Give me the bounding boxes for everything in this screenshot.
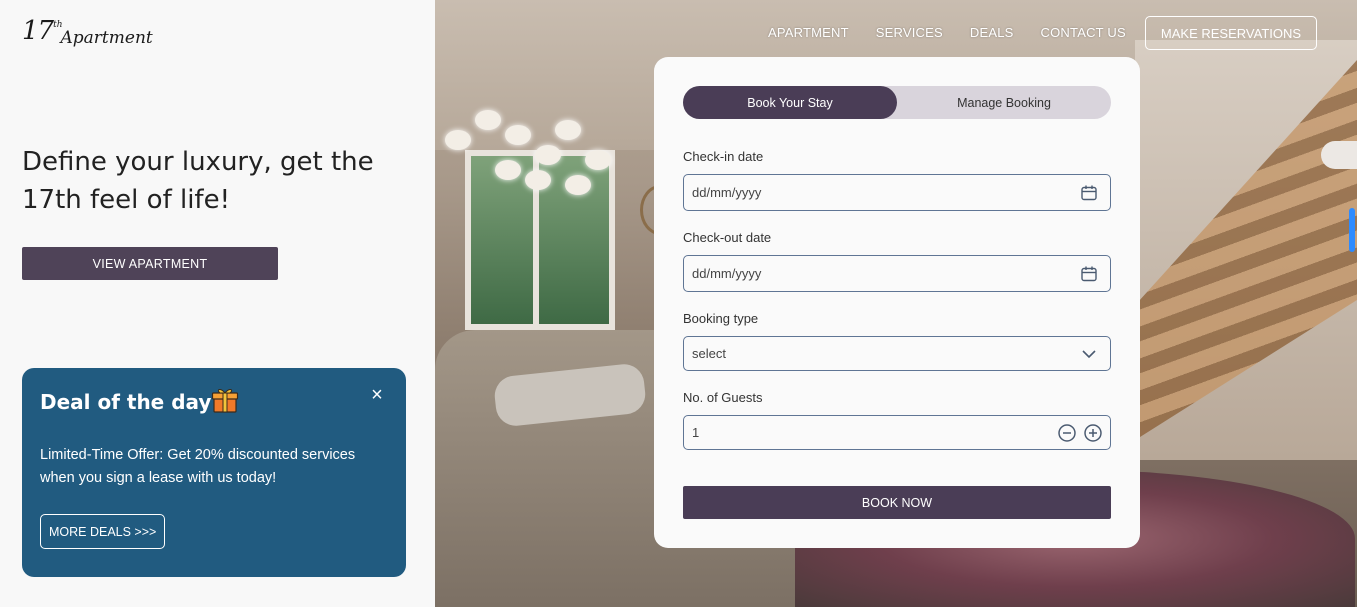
side-widget[interactable]: [1321, 141, 1357, 169]
make-reservations-button[interactable]: MAKE RESERVATIONS: [1145, 16, 1317, 50]
guests-stepper: [1058, 424, 1102, 442]
chevron-down-icon: [1082, 350, 1096, 359]
booking-type-value: select: [692, 346, 726, 361]
top-nav: APARTMENT SERVICES DEALS CONTACT US: [768, 25, 1126, 40]
more-deals-button[interactable]: MORE DEALS >>>: [40, 514, 166, 549]
hero-title: Define your luxury, get the 17th feel of…: [22, 147, 374, 215]
deal-of-day-card: Deal of the day! × Limited-Time Offer: G…: [22, 368, 406, 577]
nav-deals[interactable]: DEALS: [970, 25, 1014, 40]
checkin-label: Check-in date: [683, 149, 764, 164]
photo-lamp: [565, 175, 591, 195]
checkout-date-field[interactable]: dd/mm/yyyy: [683, 255, 1111, 292]
checkout-placeholder: dd/mm/yyyy: [692, 266, 762, 281]
calendar-icon[interactable]: [1080, 265, 1098, 283]
tab-manage-booking[interactable]: Manage Booking: [897, 86, 1111, 119]
photo-lamp: [505, 125, 531, 145]
guests-field[interactable]: 1: [683, 415, 1111, 450]
calendar-icon[interactable]: [1080, 184, 1098, 202]
plus-icon[interactable]: [1084, 424, 1102, 442]
nav-services[interactable]: SERVICES: [876, 25, 943, 40]
logo-number: 17: [22, 16, 54, 46]
booking-type-label: Booking type: [683, 311, 759, 326]
photo-lamp: [555, 120, 581, 140]
booking-type-select[interactable]: select: [683, 336, 1111, 371]
close-icon[interactable]: ×: [368, 385, 386, 405]
booking-tabs: Book Your Stay Manage Booking: [683, 86, 1111, 119]
photo-lamp: [535, 145, 561, 165]
guests-label: No. of Guests: [683, 390, 763, 405]
left-panel: 17thApartment Define your luxury, get th…: [0, 0, 435, 607]
guests-value: 1: [692, 425, 700, 440]
nav-contact-us[interactable]: CONTACT US: [1041, 25, 1126, 40]
view-apartment-button[interactable]: VIEW APARTMENT: [22, 247, 278, 280]
booking-card: Book Your Stay Manage Booking Check-in d…: [654, 57, 1140, 548]
deal-description: Limited-Time Offer: Get 20% discounted s…: [40, 447, 356, 486]
checkout-label: Check-out date: [683, 230, 772, 245]
gift-icon: [211, 389, 239, 413]
logo[interactable]: 17thApartment: [22, 16, 155, 48]
photo-lamp: [585, 150, 611, 170]
nav-apartment[interactable]: APARTMENT: [768, 25, 849, 40]
logo-word: Apartment: [60, 28, 153, 48]
deal-title: Deal of the day!: [40, 390, 221, 414]
photo-lamp: [475, 110, 501, 130]
photo-lamp: [495, 160, 521, 180]
tab-book-your-stay[interactable]: Book Your Stay: [683, 86, 897, 119]
book-now-button[interactable]: BOOK NOW: [683, 486, 1111, 519]
photo-lamp: [525, 170, 551, 190]
photo-lamp: [445, 130, 471, 150]
minus-icon[interactable]: [1058, 424, 1076, 442]
checkin-placeholder: dd/mm/yyyy: [692, 185, 762, 200]
checkin-date-field[interactable]: dd/mm/yyyy: [683, 174, 1111, 211]
scrollbar-thumb[interactable]: [1349, 208, 1355, 252]
